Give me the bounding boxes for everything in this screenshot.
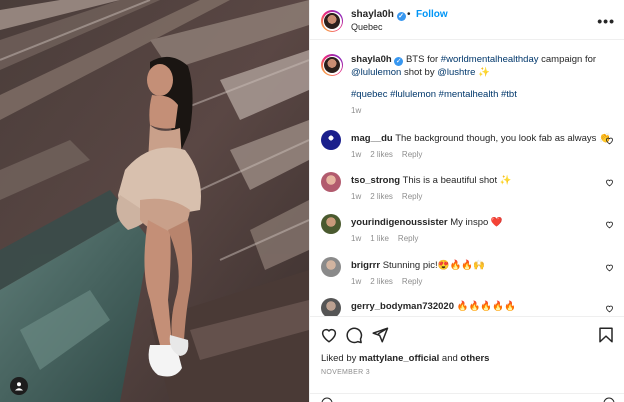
- mention-link[interactable]: @lushtre: [437, 67, 475, 78]
- commenter-username[interactable]: gerry_bodyman732020: [351, 301, 454, 312]
- reply-button[interactable]: Reply: [398, 234, 418, 243]
- comment-body: My inspo ❤️: [450, 217, 503, 228]
- sparkles-emoji: ✨: [478, 67, 490, 78]
- liked-by-and: and: [439, 353, 461, 364]
- comment-body: 🔥🔥🔥🔥🔥: [456, 301, 516, 312]
- comment-time[interactable]: 1w: [351, 192, 361, 201]
- commenter-avatar[interactable]: [321, 214, 341, 234]
- comment-item: yourindigenoussister My inspo ❤️ 1w 1 lik…: [310, 214, 624, 250]
- comment-body: This is a beautiful shot ✨: [402, 175, 512, 186]
- more-options-icon[interactable]: •••: [597, 13, 615, 29]
- commenter-avatar[interactable]: [321, 257, 341, 277]
- clock-icon: [603, 397, 615, 402]
- like-comment-icon[interactable]: [605, 136, 614, 145]
- mention-link[interactable]: @lululemon: [351, 67, 401, 78]
- comment-text: yourindigenoussister My inspo ❤️: [351, 217, 503, 228]
- caption-author-avatar[interactable]: [321, 54, 343, 76]
- caption-text: shayla0h ✓ BTS for #worldmentalhealthday…: [351, 53, 609, 79]
- caption-text-part: shot by: [401, 67, 438, 78]
- comment-text: tso_strong This is a beautiful shot ✨: [351, 175, 512, 186]
- comment-meta: 1w 1 like Reply: [351, 234, 427, 243]
- commenter-username[interactable]: tso_strong: [351, 175, 400, 186]
- comment-item: gerry_bodyman732020 🔥🔥🔥🔥🔥: [310, 298, 624, 316]
- verified-badge-icon: ✓: [396, 12, 406, 21]
- reply-button[interactable]: Reply: [402, 277, 422, 286]
- post-header: shayla0h ✓ • Follow Quebec •••: [310, 0, 624, 40]
- comment-likes[interactable]: 2 likes: [370, 192, 393, 201]
- like-heart-icon[interactable]: [320, 326, 338, 344]
- caption-text-part: campaign for: [538, 54, 597, 65]
- reply-button[interactable]: Reply: [402, 192, 422, 201]
- post-details-panel: shayla0h ✓ • Follow Quebec ••• shayla0h …: [309, 0, 624, 402]
- comment-item: tso_strong This is a beautiful shot ✨ 1w…: [310, 172, 624, 208]
- like-comment-icon[interactable]: [605, 220, 614, 229]
- post-location[interactable]: Quebec: [351, 22, 383, 32]
- comment-meta: 1w 2 likes Reply: [351, 192, 431, 201]
- comment-text: gerry_bodyman732020 🔥🔥🔥🔥🔥: [351, 301, 516, 312]
- liked-by-others-link[interactable]: others: [460, 353, 489, 364]
- comment-likes[interactable]: 1 like: [370, 234, 389, 243]
- like-comment-icon[interactable]: [605, 304, 614, 313]
- commenter-username[interactable]: mag__du: [351, 133, 393, 144]
- caption-username[interactable]: shayla0h: [351, 54, 392, 65]
- commenter-avatar[interactable]: [321, 130, 341, 150]
- liked-by-user-link[interactable]: mattylane_official: [359, 353, 439, 364]
- comment-text: brigrrr Stunning pic!😍🔥🔥🙌: [351, 260, 485, 271]
- verified-badge-icon: ✓: [394, 57, 404, 66]
- author-avatar[interactable]: [321, 10, 343, 32]
- comment-meta: 1w 2 likes Reply: [351, 150, 431, 159]
- reply-button[interactable]: Reply: [402, 150, 422, 159]
- commenter-avatar[interactable]: [321, 298, 341, 316]
- author-username[interactable]: shayla0h ✓: [351, 9, 406, 21]
- separator-dot: •: [407, 9, 411, 20]
- commenter-username[interactable]: brigrrr: [351, 260, 380, 271]
- comment-time[interactable]: 1w: [351, 150, 361, 159]
- hashtag-link[interactable]: #worldmentalhealthday: [441, 54, 539, 65]
- person-icon: [15, 382, 23, 391]
- like-comment-icon[interactable]: [605, 263, 614, 272]
- post-photo[interactable]: [0, 0, 309, 402]
- comment-item: brigrrr Stunning pic!😍🔥🔥🙌 1w 2 likes Reply: [310, 257, 624, 293]
- comment-body: Stunning pic!😍🔥🔥🙌: [382, 260, 485, 271]
- liked-by-prefix: Liked by: [321, 353, 360, 364]
- author-username-text[interactable]: shayla0h: [351, 9, 394, 20]
- caption-timestamp[interactable]: 1w: [351, 106, 361, 115]
- caption-hashtags[interactable]: #quebec #lululemon #mentalhealth #tbt: [351, 89, 517, 100]
- post-date[interactable]: NOVEMBER 3: [321, 369, 370, 376]
- comment-icon[interactable]: [345, 326, 363, 344]
- comment-item: mag__du The background though, you look …: [310, 130, 624, 166]
- tagged-user-icon[interactable]: [10, 377, 28, 395]
- share-send-icon[interactable]: [371, 326, 389, 344]
- comment-text: mag__du The background though, you look …: [351, 133, 611, 144]
- commenter-username[interactable]: yourindigenoussister: [351, 217, 448, 228]
- photo-image: [0, 0, 309, 402]
- comment-body: The background though, you look fab as a…: [395, 133, 611, 144]
- like-comment-icon[interactable]: [605, 178, 614, 187]
- comment-time[interactable]: 1w: [351, 277, 361, 286]
- caption-text-part: BTS for: [405, 54, 441, 65]
- liked-by-text: Liked by mattylane_official and others: [321, 353, 489, 364]
- commenter-avatar[interactable]: [321, 172, 341, 192]
- comment-likes[interactable]: 2 likes: [370, 150, 393, 159]
- emoji-icon[interactable]: [321, 397, 333, 402]
- save-bookmark-icon[interactable]: [597, 326, 615, 344]
- comment-likes[interactable]: 2 likes: [370, 277, 393, 286]
- comment-meta: 1w 2 likes Reply: [351, 277, 431, 286]
- add-comment-row[interactable]: [310, 393, 624, 402]
- follow-button[interactable]: Follow: [416, 9, 448, 20]
- post-actions: Liked by mattylane_official and others N…: [310, 316, 624, 402]
- comment-time[interactable]: 1w: [351, 234, 361, 243]
